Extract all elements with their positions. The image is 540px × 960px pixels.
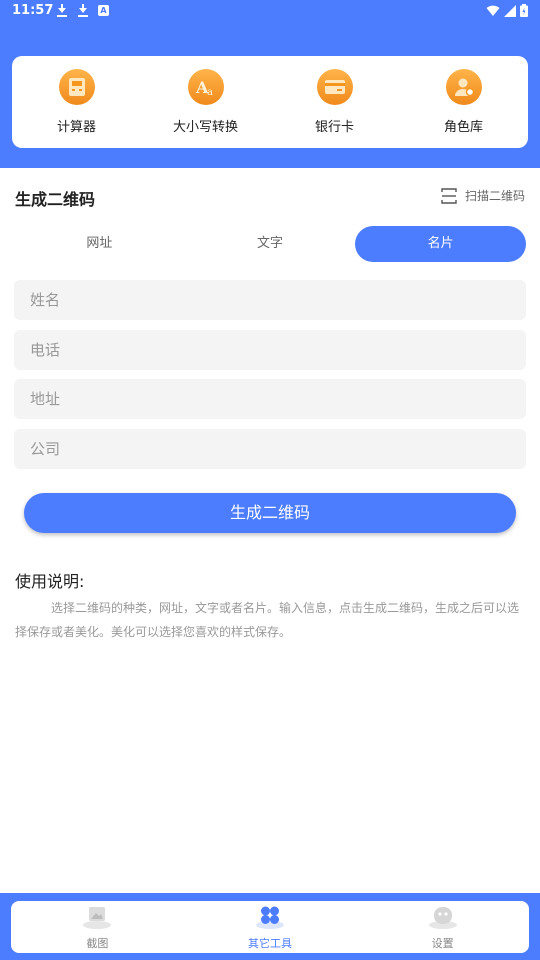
- bottom-nav: 截图 其它工具 设置: [11, 901, 529, 953]
- scan-label: 扫描二维码: [464, 189, 525, 203]
- qr-type-tabs: 网址 文字 名片: [14, 226, 527, 262]
- nav-label: 设置: [431, 937, 454, 950]
- screenshot-icon: [82, 904, 112, 930]
- scan-icon: [441, 187, 457, 204]
- tools-card: 计算器 Aa 大小写转换 银行卡 角色库: [12, 56, 528, 148]
- bank-card-icon: [316, 69, 353, 105]
- status-bar: 11:57 A: [0, 0, 540, 24]
- wifi-icon: [486, 5, 500, 16]
- tool-role-library[interactable]: 角色库: [399, 56, 528, 148]
- tool-label: 计算器: [56, 120, 96, 135]
- nav-item-screenshot[interactable]: 截图: [11, 901, 184, 953]
- tab-business-card[interactable]: 名片: [355, 226, 527, 262]
- nav-item-other-tools[interactable]: 其它工具: [184, 901, 357, 953]
- case-convert-icon: Aa: [187, 69, 224, 105]
- signal-icon: [504, 4, 516, 17]
- nav-item-settings[interactable]: 设置: [356, 901, 529, 953]
- tool-label: 角色库: [443, 120, 483, 135]
- name-input[interactable]: [14, 280, 526, 320]
- nav-label: 截图: [86, 937, 109, 950]
- phone-input[interactable]: [14, 330, 526, 370]
- usage-text: 选择二维码的种类，网址，文字或者名片。输入信息，点击生成二维码，生成之后可以选择…: [15, 601, 520, 639]
- settings-icon: [428, 904, 458, 930]
- section-title: 生成二维码: [15, 190, 96, 209]
- app-notification-icon: A: [98, 5, 109, 16]
- nav-label: 其它工具: [248, 937, 292, 950]
- tool-label: 大小写转换: [172, 120, 238, 135]
- tool-calculator[interactable]: 计算器: [12, 56, 141, 148]
- scan-qr-link[interactable]: 扫描二维码: [441, 187, 525, 204]
- tab-url[interactable]: 网址: [14, 226, 185, 262]
- other-tools-icon: [255, 904, 285, 930]
- download-icon: [77, 4, 89, 18]
- tool-bank-card[interactable]: 银行卡: [270, 56, 399, 148]
- role-library-icon: [445, 69, 482, 105]
- tab-text[interactable]: 文字: [185, 226, 356, 262]
- svg-text:a: a: [207, 87, 213, 97]
- tool-label: 银行卡: [314, 120, 354, 135]
- tool-case-convert[interactable]: Aa 大小写转换: [141, 56, 270, 148]
- calculator-icon: [58, 69, 95, 105]
- generate-qr-button[interactable]: 生成二维码: [24, 493, 516, 533]
- status-time: 11:57: [12, 3, 54, 18]
- download-icon: [56, 4, 68, 18]
- address-input[interactable]: [14, 379, 526, 419]
- usage-title: 使用说明:: [15, 572, 85, 591]
- battery-icon: [520, 4, 528, 17]
- company-input[interactable]: [14, 429, 526, 469]
